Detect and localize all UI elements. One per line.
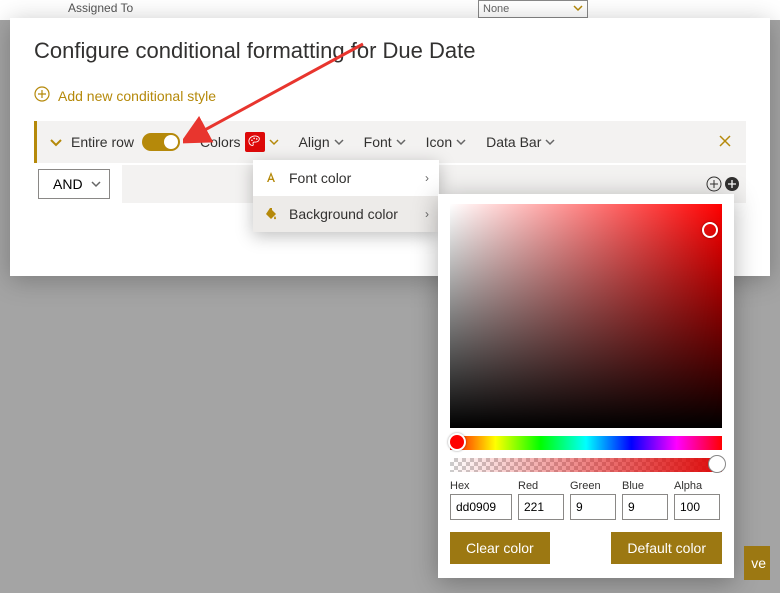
paint-bucket-icon (263, 207, 279, 221)
saturation-value-panel[interactable] (450, 204, 722, 428)
alpha-thumb[interactable] (708, 455, 726, 473)
dialog-title: Configure conditional formatting for Due… (34, 38, 746, 64)
alpha-label: Alpha (674, 480, 720, 492)
chevron-right-icon: › (425, 171, 429, 185)
alpha-overlay (450, 458, 722, 472)
font-menu[interactable]: Font (358, 121, 412, 163)
field-label-assigned-to: Assigned To (68, 1, 133, 15)
logic-operator-dropdown[interactable]: AND (38, 169, 110, 199)
align-label: Align (299, 134, 330, 150)
scope-toggle[interactable] (142, 133, 180, 151)
chevron-down-icon (396, 134, 406, 150)
rule-row: Entire row Colors Align Font Icon Data B… (34, 121, 746, 163)
chevron-down-icon (573, 3, 583, 16)
clear-color-button[interactable]: Clear color (450, 532, 550, 564)
picker-buttons: Clear color Default color (450, 532, 722, 564)
add-condition-button[interactable] (706, 176, 722, 192)
hex-input[interactable] (450, 494, 512, 520)
chevron-down-icon (456, 134, 466, 150)
font-color-label: Font color (289, 170, 351, 186)
green-label: Green (570, 480, 616, 492)
background-color-item[interactable]: Background color › (253, 196, 439, 232)
collapse-toggle[interactable] (49, 135, 63, 149)
background-color-label: Background color (289, 206, 398, 222)
alpha-slider[interactable] (450, 458, 722, 472)
dropdown-none[interactable]: None (478, 0, 588, 18)
databar-menu[interactable]: Data Bar (480, 121, 561, 163)
save-button-partial[interactable]: ve (744, 546, 770, 580)
plus-circle-icon (34, 86, 50, 105)
color-swatch (245, 132, 265, 152)
delete-rule-button[interactable] (712, 132, 738, 153)
hex-label: Hex (450, 480, 512, 492)
alpha-input[interactable] (674, 494, 720, 520)
chevron-down-icon (545, 134, 555, 150)
font-label: Font (364, 134, 392, 150)
chevron-right-icon: › (425, 207, 429, 221)
chevron-down-icon (91, 176, 101, 192)
icon-label: Icon (426, 134, 452, 150)
font-color-icon (263, 171, 279, 185)
scope-label: Entire row (71, 134, 134, 150)
red-input[interactable] (518, 494, 564, 520)
red-label: Red (518, 480, 564, 492)
hue-thumb[interactable] (448, 433, 466, 451)
align-menu[interactable]: Align (293, 121, 350, 163)
blue-label: Blue (622, 480, 668, 492)
add-conditional-style-link[interactable]: Add new conditional style (34, 86, 746, 105)
chevron-down-icon (269, 134, 279, 150)
colors-label: Colors (200, 134, 240, 150)
font-color-item[interactable]: Font color › (253, 160, 439, 196)
icon-menu[interactable]: Icon (420, 121, 472, 163)
blue-input[interactable] (622, 494, 668, 520)
databar-label: Data Bar (486, 134, 541, 150)
colors-menu[interactable]: Colors (194, 121, 284, 163)
color-picker: Hex Red Green Blue Alpha Clear color Def… (438, 194, 734, 578)
chevron-down-icon (334, 134, 344, 150)
default-color-button[interactable]: Default color (611, 532, 722, 564)
green-input[interactable] (570, 494, 616, 520)
add-condition-filled-button[interactable] (724, 176, 740, 192)
logic-operator-label: AND (53, 176, 83, 192)
colors-flyout: Font color › Background color › (253, 160, 439, 232)
color-inputs: Hex Red Green Blue Alpha (450, 480, 722, 520)
hue-slider[interactable] (450, 436, 722, 450)
add-conditional-style-label: Add new conditional style (58, 88, 216, 104)
sv-thumb[interactable] (702, 222, 718, 238)
dropdown-none-value: None (483, 3, 509, 15)
